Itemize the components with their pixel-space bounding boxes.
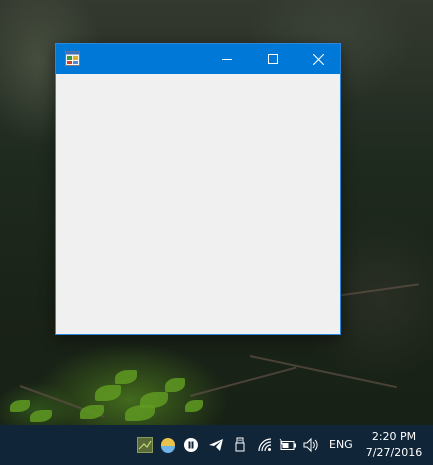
wallpaper-branch xyxy=(189,366,297,397)
taskbar: ENG 2:20 PM 7/27/2016 xyxy=(0,425,433,465)
minimize-icon xyxy=(222,59,232,60)
telegram-icon[interactable] xyxy=(207,436,225,454)
wallpaper-leaf xyxy=(30,410,52,422)
wallpaper-leaf xyxy=(115,370,137,384)
media-icon[interactable] xyxy=(182,436,200,454)
app-icon xyxy=(65,51,80,66)
wallpaper-leaf xyxy=(80,405,104,419)
volume-icon[interactable] xyxy=(302,436,320,454)
wallpaper-leaf xyxy=(165,378,185,392)
taskbar-clock[interactable]: 2:20 PM 7/27/2016 xyxy=(364,429,424,461)
app-tray-icon[interactable] xyxy=(136,436,154,454)
close-button[interactable] xyxy=(295,44,341,74)
window-client-area[interactable] xyxy=(56,74,340,334)
wallpaper-leaf xyxy=(125,405,155,421)
wallpaper-branch xyxy=(249,355,397,389)
app-window[interactable] xyxy=(55,43,341,335)
usb-icon[interactable] xyxy=(231,436,249,454)
wallpaper-leaf xyxy=(10,400,30,412)
weather-icon[interactable] xyxy=(159,436,177,454)
wallpaper-leaf xyxy=(95,385,121,401)
close-icon xyxy=(312,53,324,65)
minimize-button[interactable] xyxy=(204,44,250,74)
clock-time: 2:20 PM xyxy=(371,430,417,443)
wifi-icon[interactable] xyxy=(256,436,274,454)
maximize-button[interactable] xyxy=(250,44,296,74)
maximize-icon xyxy=(268,54,278,64)
input-language-indicator[interactable]: ENG xyxy=(329,438,353,451)
wallpaper-leaf xyxy=(185,400,203,412)
clock-date: 7/27/2016 xyxy=(365,446,423,459)
desktop: ENG 2:20 PM 7/27/2016 xyxy=(0,0,433,465)
window-titlebar[interactable] xyxy=(56,44,340,74)
battery-icon[interactable] xyxy=(279,436,297,454)
